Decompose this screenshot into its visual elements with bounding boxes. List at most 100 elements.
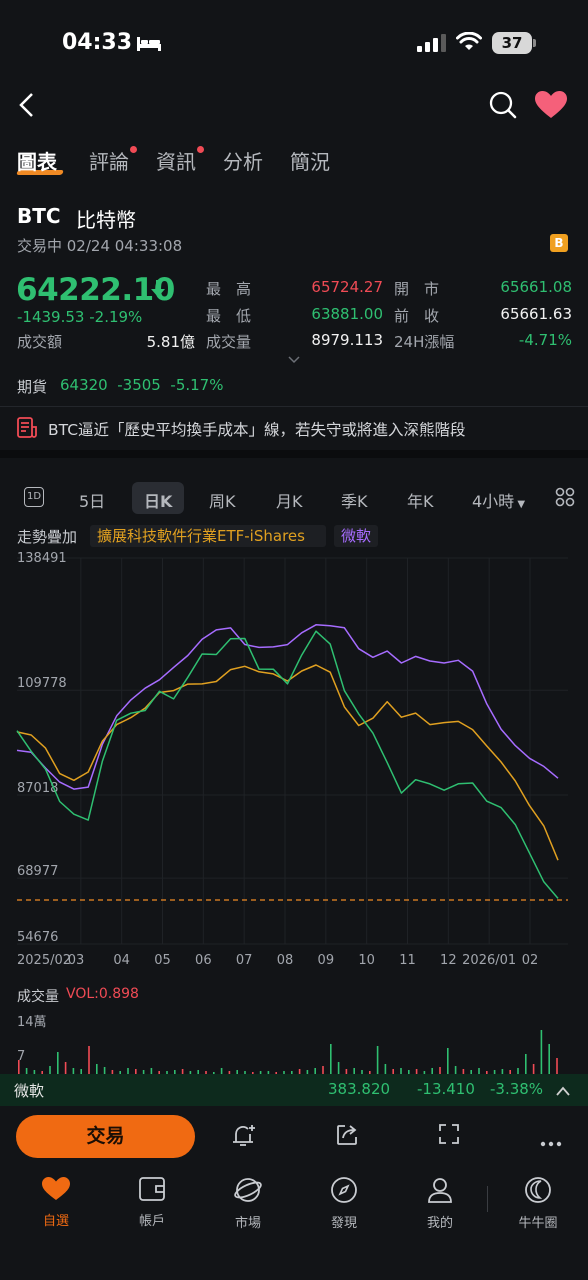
heart-icon (42, 1177, 70, 1200)
planet-icon (234, 1178, 262, 1202)
period-yearly[interactable]: 年K (407, 488, 434, 512)
share-icon[interactable] (335, 1123, 359, 1151)
price-alert-icon[interactable] (231, 1123, 257, 1153)
price-chart[interactable]: 1384911097788701868977546762025/0203 04 05… (0, 548, 588, 968)
nav-community[interactable]: 牛牛圈 (502, 1176, 574, 1231)
x-axis-tick-label: 08 (277, 953, 294, 968)
y-axis-tick-label: 138491 (17, 551, 67, 566)
chart-settings-icon[interactable] (555, 487, 575, 511)
volume-bar (337, 1062, 340, 1074)
compass-icon (331, 1177, 357, 1203)
x-axis-tick-label: 09 (318, 953, 335, 968)
volume-bar (57, 1052, 59, 1074)
tab-news[interactable]: 資訊 (156, 146, 204, 175)
x-axis-tick-label: 05 (154, 953, 171, 968)
back-button[interactable] (14, 90, 44, 120)
section-divider (0, 450, 588, 458)
volume-bar (384, 1064, 387, 1074)
nav-market[interactable]: 市場 (212, 1176, 284, 1231)
news-headline[interactable]: BTC逼近「歷史平均換手成本」線，若失守或將進入深熊階段 (48, 418, 466, 440)
y-axis-tick-label: 54676 (17, 930, 58, 945)
divider (0, 406, 588, 407)
low-value: 63881.00 (311, 305, 383, 323)
status-time: 04:33 (62, 30, 133, 55)
period-daily[interactable]: 日K (144, 488, 172, 512)
tab-bar: 圖表 評論 資訊 分析 簡況 (0, 146, 588, 186)
chevron-left-icon (19, 93, 33, 117)
quote-price: 383.820 (328, 1080, 391, 1098)
heart-icon (535, 91, 567, 118)
series-line-2 (16, 624, 559, 790)
turnover-value: 5.81億 (146, 333, 195, 351)
volume-chart-value: VOL:0.898 (66, 986, 139, 1002)
prev-close-value: 65661.63 (500, 305, 572, 323)
volume-bar (556, 1058, 558, 1074)
quote-change: -13.410 (417, 1080, 475, 1098)
legend-msft[interactable]: 微軟 (334, 525, 379, 547)
period-quarterly[interactable]: 季K (341, 488, 368, 512)
intraday-1d-icon[interactable]: 1D (24, 487, 44, 507)
wallet-icon (139, 1177, 165, 1201)
tab-analysis[interactable]: 分析 (223, 146, 263, 175)
high-value: 65724.27 (311, 278, 383, 296)
high-label: 最 高 (206, 280, 252, 298)
open-value: 65661.08 (500, 278, 572, 296)
legend-etf[interactable]: 擴展科技軟件行業ETF-iShares (90, 525, 326, 547)
period-weekly[interactable]: 周K (209, 488, 236, 512)
favorite-button[interactable] (534, 90, 568, 120)
tab-chart[interactable]: 圖表 (17, 146, 57, 175)
futures-quote[interactable]: 64320 -3505 -5.17% (60, 376, 223, 394)
volume-bar (439, 1067, 441, 1074)
nav-separator (487, 1186, 488, 1212)
period-monthly[interactable]: 月K (276, 488, 303, 512)
nav-watchlist[interactable]: 自選 (20, 1176, 92, 1229)
y-axis-tick-label: 68977 (17, 864, 58, 879)
quote-change-pct: -3.38% (490, 1080, 544, 1098)
volume-bar (540, 1030, 543, 1074)
volume-bar (88, 1046, 90, 1074)
nav-me[interactable]: 我的 (404, 1176, 476, 1231)
volume-bar (525, 1054, 527, 1074)
sleep-mode-icon (136, 34, 162, 56)
overlay-label[interactable]: 走勢疊加 (17, 526, 77, 547)
prev-close-label: 前 收 (394, 307, 440, 325)
volume-tick-label: 14萬 (17, 1015, 47, 1030)
volume-bar (64, 1062, 67, 1074)
period-5d[interactable]: 5日 (79, 488, 105, 512)
nav-discover[interactable]: 發現 (308, 1176, 380, 1231)
tab-profile[interactable]: 簡況 (290, 146, 330, 175)
volume-bar (18, 1060, 20, 1074)
user-icon (428, 1178, 452, 1203)
fullscreen-icon[interactable] (438, 1123, 460, 1149)
tab-comments[interactable]: 評論 (89, 146, 137, 175)
volume-label: 成交量 (206, 333, 252, 351)
more-icon[interactable] (540, 1132, 562, 1151)
volume-bar (454, 1066, 457, 1074)
x-axis-tick-label: 06 (195, 953, 212, 968)
volume-bar (322, 1066, 324, 1074)
bitcoin-icon: B (550, 234, 568, 252)
stock-name: 比特幣 (76, 208, 136, 232)
turnover-label: 成交額 (17, 333, 63, 351)
open-label: 開 市 (394, 280, 440, 298)
period-4h[interactable]: 4小時 ▼ (472, 488, 525, 512)
trade-button[interactable]: 交易 (16, 1115, 195, 1158)
volume-chart[interactable]: 14萬7 (0, 1008, 588, 1074)
series-line-1 (16, 664, 559, 861)
battery-level: 37 (492, 32, 532, 54)
arrow-down-icon (150, 280, 166, 302)
x-axis-tick-label: 04 (113, 953, 130, 968)
low-label: 最 低 (206, 307, 252, 325)
chevron-up-icon[interactable] (555, 1082, 571, 1101)
unread-dot (197, 146, 204, 153)
volume-bar (532, 1064, 535, 1074)
search-button[interactable] (488, 90, 518, 120)
nav-account[interactable]: 帳戶 (116, 1176, 188, 1229)
volume-chart-label: 成交量 (17, 989, 59, 1005)
expand-stats-icon[interactable] (288, 349, 300, 368)
unread-dot (130, 146, 137, 153)
moon-icon (525, 1177, 551, 1203)
volume-bar (330, 1044, 332, 1074)
quote-name: 微軟 (14, 1082, 45, 1100)
y-axis-tick-label: 109778 (17, 676, 67, 691)
